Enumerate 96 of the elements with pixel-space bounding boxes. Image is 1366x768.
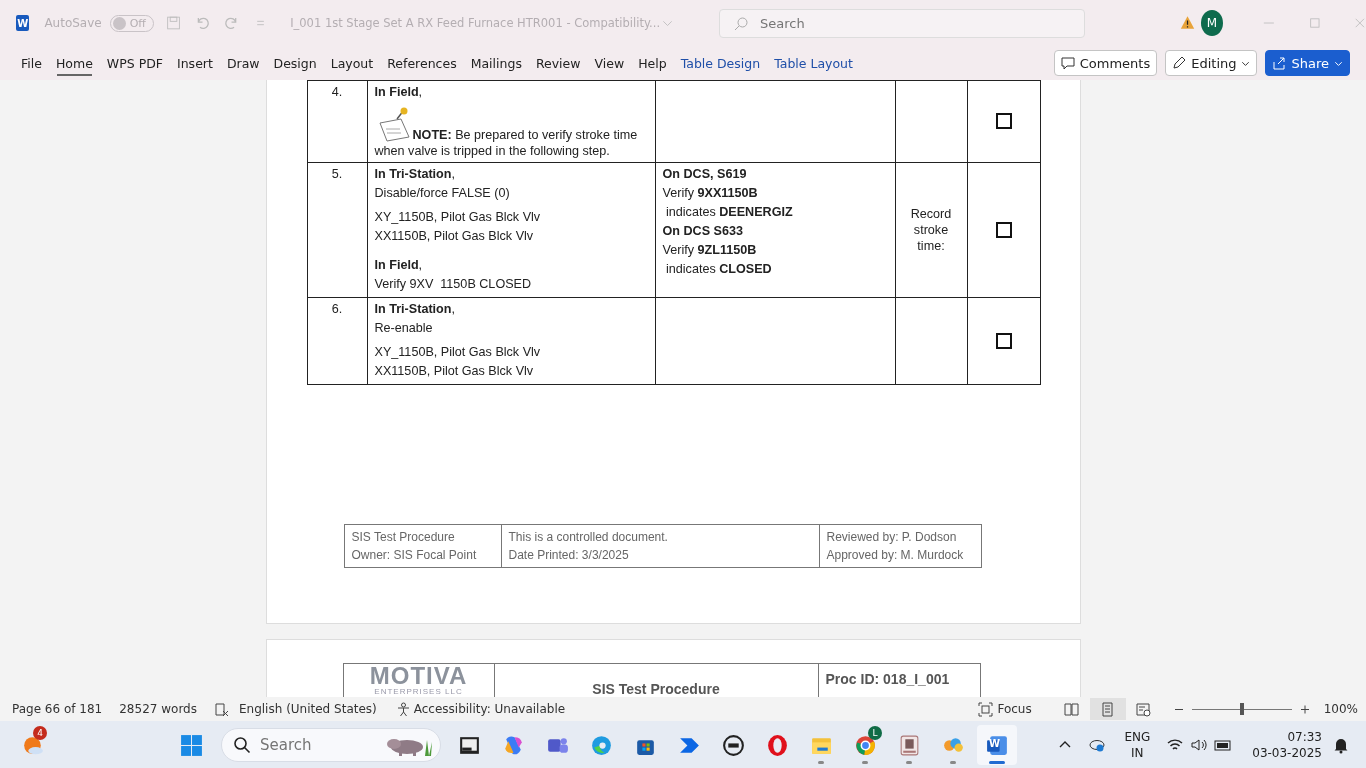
running-indicator <box>950 761 956 764</box>
word-count[interactable]: 28527 words <box>119 702 197 716</box>
search-icon <box>733 15 750 32</box>
running-indicator <box>862 761 868 764</box>
footer-text: Reviewed by: P. Dodson <box>826 529 958 546</box>
taskbar-app-button[interactable]: L <box>845 725 885 765</box>
note-text: NOTE: Be prepared to verify stroke time when valve is tripped in the following step. <box>374 128 639 158</box>
footer-text: Approved by: M. Murdock <box>826 547 965 564</box>
ribbon-tab[interactable]: Review <box>528 49 588 77</box>
instruction-text: Disable/force FALSE (0) <box>374 185 511 202</box>
editing-button[interactable]: Editing <box>1165 50 1258 76</box>
ribbon-tab[interactable]: Insert <box>170 49 220 77</box>
taskbar-search-field[interactable]: Search <box>221 728 441 762</box>
running-indicator <box>906 761 912 764</box>
instruction-text: Re-enable <box>374 320 434 337</box>
step-number: 6. <box>330 301 344 318</box>
instruction-text: In Tri-Station, <box>374 301 456 318</box>
header-title: SIS Test Procedure <box>592 681 720 697</box>
instruction-text: XX1150B, Pilot Gas Blck Vlv <box>374 363 535 380</box>
app-logo: W <box>16 15 30 31</box>
focus-icon[interactable] <box>978 701 994 717</box>
instruction-text: In Tri-Station, <box>374 166 456 183</box>
app-letter: W <box>989 738 1001 749</box>
user-avatar[interactable]: M <box>1201 10 1223 36</box>
ribbon-tab[interactable]: Table Layout <box>767 49 860 77</box>
footer-text: SIS Test Procedure <box>351 529 456 546</box>
company-logo: MOTIVA <box>369 665 468 687</box>
verification-text: indicates CLOSED <box>665 261 773 278</box>
autosave-label: AutoSave <box>44 16 102 30</box>
book-icon <box>1064 701 1080 717</box>
zoom-level[interactable]: 100% <box>1323 702 1358 716</box>
procedure-id: Proc ID: 018_I_001 <box>825 671 950 687</box>
search-field[interactable]: Search <box>719 8 1086 38</box>
accessibility-status[interactable]: Accessibility: Unavailable <box>413 702 566 716</box>
ribbon-tab[interactable]: Design <box>266 49 324 77</box>
checkbox[interactable] <box>995 221 1012 238</box>
share-icon <box>1272 56 1287 70</box>
record-label: Record stroke time: <box>910 206 952 253</box>
footer-text: Date Printed: 3/3/2025 <box>508 547 630 564</box>
page-icon <box>1100 701 1116 717</box>
zoom-thumb[interactable] <box>1239 703 1244 715</box>
app-badge: L <box>868 726 882 740</box>
verification-text: On DCS, S619 <box>662 166 748 183</box>
proofing-icon[interactable] <box>214 701 229 717</box>
comment-icon <box>1060 56 1075 70</box>
print-layout-button[interactable] <box>1089 698 1126 720</box>
running-indicator <box>818 761 824 764</box>
warning-icon[interactable] <box>1180 14 1196 32</box>
volume-icon[interactable] <box>1190 736 1209 754</box>
app-icon <box>720 732 746 758</box>
verification-text: On DCS S633 <box>662 223 744 240</box>
share-button[interactable]: Share <box>1265 50 1350 76</box>
verification-text: Verify 9ZL1150B <box>662 242 758 259</box>
ribbon-tab[interactable]: Layout <box>323 49 381 77</box>
instruction-text: XY_1150B, Pilot Gas Blck Vlv <box>374 344 542 361</box>
verification-text: Verify 9XX1150B <box>662 185 759 202</box>
step-number: 5. <box>330 166 344 183</box>
logo-subtitle: ENTERPRISES LLC <box>374 687 463 696</box>
page-count[interactable]: Page 66 of 181 <box>12 702 103 716</box>
ribbon-tab[interactable]: References <box>380 49 464 77</box>
instruction-text: In Field, <box>374 84 424 101</box>
accessibility-icon[interactable] <box>395 701 411 717</box>
step-number: 4. <box>330 84 344 101</box>
search-icon <box>233 736 251 754</box>
ribbon-tab[interactable]: WPS PDF <box>99 49 170 77</box>
clock[interactable]: 07:33 03-03-2025 <box>1252 729 1322 761</box>
running-indicator <box>989 761 1005 764</box>
ribbon-tab[interactable]: File <box>14 49 49 77</box>
ribbon-tab[interactable]: Home <box>48 49 100 77</box>
document-title: I_001 1st Stage Set A RX Feed Furnace HTR001 - Compatibility... <box>290 16 661 30</box>
verification-text: indicates DEENERGIZ <box>665 204 794 221</box>
taskbar-app-button[interactable]: W <box>977 725 1017 765</box>
note-icon <box>376 107 413 143</box>
notification-badge: 4 <box>33 726 47 740</box>
footer-text: Owner: SIS Focal Point <box>351 547 478 564</box>
ribbon-tab[interactable]: Mailings <box>463 49 529 77</box>
instruction-text: In Field, <box>374 257 424 274</box>
web-page-icon <box>1136 701 1152 717</box>
notification-icon[interactable] <box>1332 736 1350 754</box>
pencil-icon <box>1172 56 1187 70</box>
input-language[interactable]: ENG IN <box>1124 729 1151 761</box>
instruction-text: Verify 9XV 1150B CLOSED <box>374 276 533 293</box>
comments-button[interactable]: Comments <box>1053 50 1158 76</box>
weather-widget[interactable]: 4 <box>13 725 53 765</box>
ribbon-tab[interactable]: Help <box>631 49 674 77</box>
instruction-text: XY_1150B, Pilot Gas Blck Vlv <box>374 209 542 226</box>
checkbox[interactable] <box>995 332 1012 349</box>
instruction-text: XX1150B, Pilot Gas Blck Vlv <box>374 228 535 245</box>
checkbox[interactable] <box>995 113 1012 130</box>
ribbon-tab[interactable]: Draw <box>219 49 267 77</box>
ribbon-tab[interactable]: View <box>587 49 632 77</box>
windows-icon <box>178 732 204 758</box>
focus-button[interactable]: Focus <box>997 702 1032 716</box>
ribbon-tab[interactable]: Table Design <box>673 49 768 77</box>
footer-text: This is a controlled document. <box>508 529 669 546</box>
language-status[interactable]: English (United States) <box>239 702 377 716</box>
